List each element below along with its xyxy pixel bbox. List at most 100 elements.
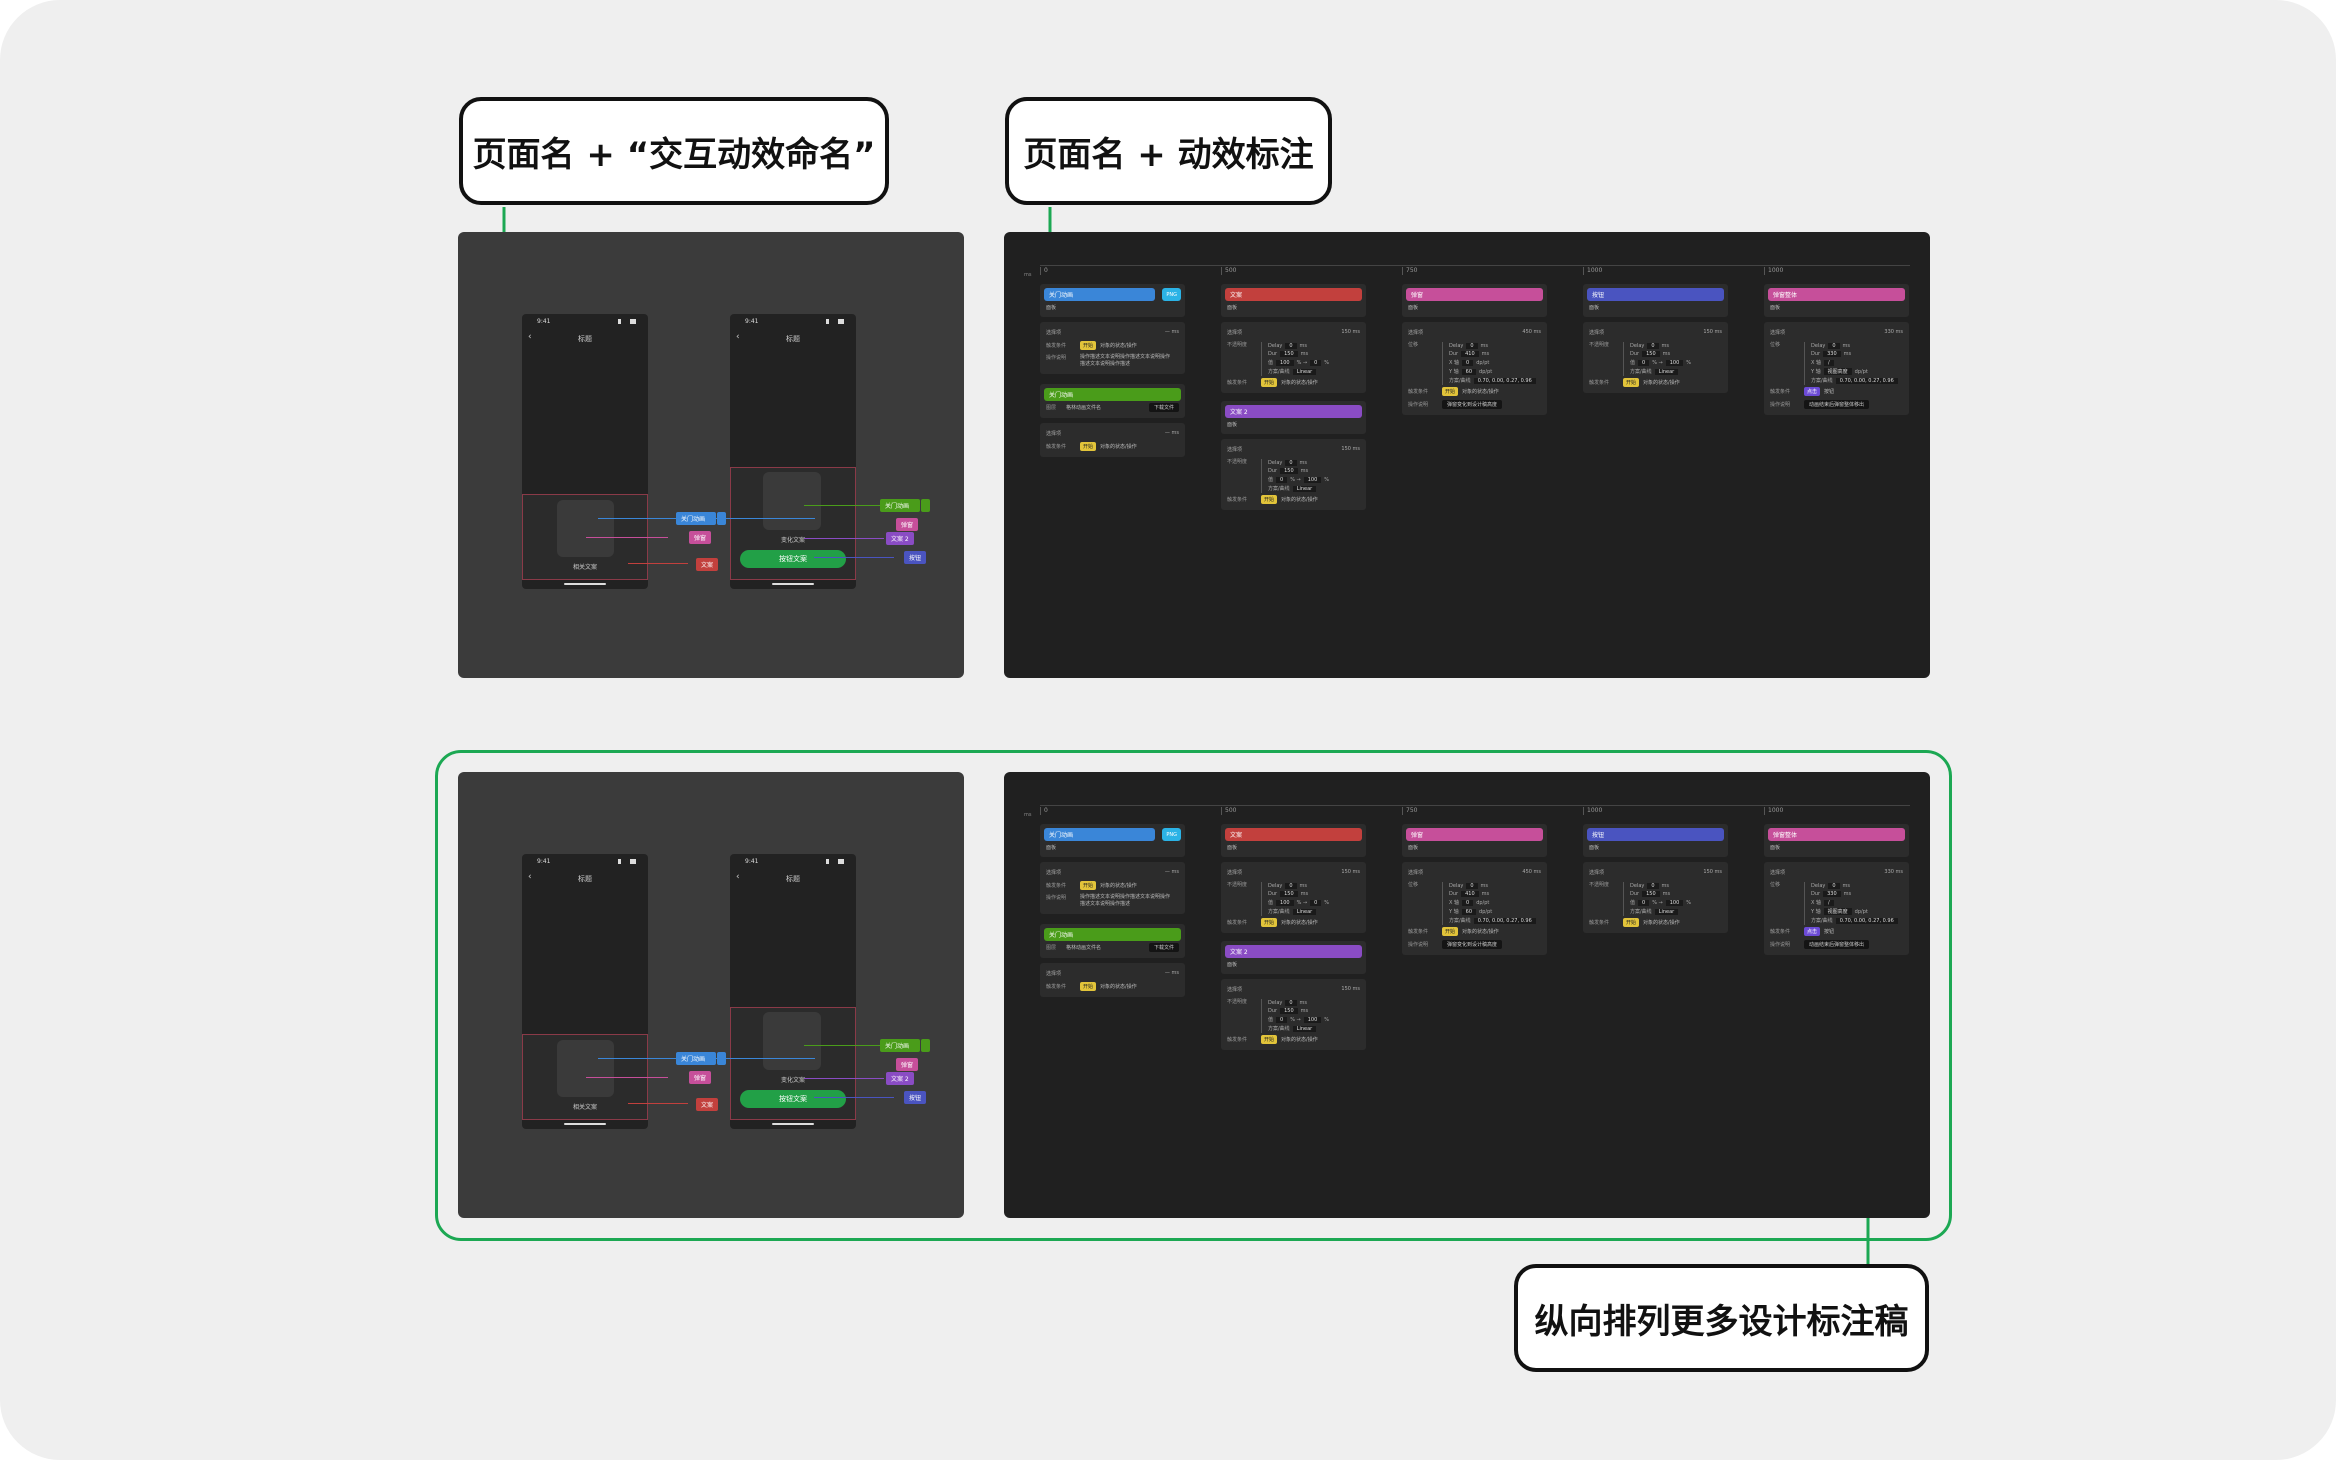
param-line: 值 100% → 0% bbox=[1268, 898, 1362, 907]
trigger-row: 触发条件 点击 按钮 bbox=[1768, 385, 1905, 398]
param-unit: ms bbox=[1843, 891, 1852, 897]
phone-before: 9:41 ‹ 标题 相关文案 bbox=[522, 854, 648, 1129]
param-line: 方案/曲线 0.70, 0.00, 0.27, 0.96 bbox=[1811, 916, 1905, 925]
param-key: Y 轴 bbox=[1449, 369, 1459, 375]
trigger-label: 触发条件 bbox=[1227, 1037, 1248, 1043]
param-unit: % bbox=[1324, 1017, 1330, 1023]
desc-value: 弹窗变化到设计稿高度 bbox=[1442, 400, 1503, 409]
row-value: 330 ms bbox=[1884, 869, 1903, 875]
trigger-value: 按钮 bbox=[1824, 929, 1835, 935]
param-key: Dur bbox=[1811, 891, 1821, 897]
param-key: 方案/曲线 bbox=[1811, 918, 1833, 924]
trigger-label: 触发条件 bbox=[1770, 389, 1791, 395]
card-header: 弹窗整体 bbox=[1768, 288, 1905, 301]
trigger-label: 触发条件 bbox=[1046, 984, 1067, 990]
row-label: 选择项 bbox=[1408, 870, 1424, 876]
download-button[interactable]: 下载文件 bbox=[1148, 403, 1179, 412]
param-line: 方案/曲线 Linear bbox=[1268, 1024, 1362, 1033]
param-line: Delay 0 ms bbox=[1811, 342, 1905, 350]
param-key: 方案/曲线 bbox=[1449, 918, 1471, 924]
param-key: Dur bbox=[1449, 351, 1459, 357]
param-key: X 轴 bbox=[1811, 900, 1822, 906]
param-line: Dur 330 ms bbox=[1811, 890, 1905, 898]
trigger-chip: 开始 bbox=[1623, 918, 1640, 927]
param-label: 不透明度 bbox=[1227, 882, 1248, 888]
tag-copy: 文案 bbox=[696, 558, 719, 571]
tag-copy: 文案 bbox=[696, 1098, 719, 1111]
param-label: 位移 bbox=[1408, 882, 1419, 888]
leader-line bbox=[804, 1045, 888, 1046]
param-value: 0 bbox=[1276, 477, 1288, 483]
param-unit: dp/pt bbox=[1476, 900, 1490, 906]
param-key: X 轴 bbox=[1449, 360, 1460, 366]
motion-card: 关门动画 图层 格林动画文件名 下载文件 bbox=[1040, 924, 1185, 958]
param-key: 方案/曲线 bbox=[1811, 378, 1833, 384]
tag-close-animation: 关门动画 bbox=[676, 512, 716, 525]
card-header: 按钮 bbox=[1587, 288, 1724, 301]
param-unit: ms bbox=[1299, 460, 1308, 466]
param-line: 方案/曲线 0.70, 0.00, 0.27, 0.96 bbox=[1449, 916, 1543, 925]
desc-row: 操作说明 弹窗变化到设计稿高度 bbox=[1406, 938, 1543, 951]
phone-title: 标题 bbox=[578, 875, 592, 883]
motion-card: 选择项 150 ms 不透明度 Delay 0 ms Dur 150 ms 值 0% → 10… bbox=[1583, 322, 1728, 393]
track-popup: 弹窗 面板 选择项 450 ms 位移 Delay 0 ms Dur 410 ms X 轴… bbox=[1402, 824, 1547, 960]
layer-value: 格林动画文件名 bbox=[1066, 405, 1102, 411]
param-key: Delay bbox=[1449, 343, 1464, 349]
cta-button[interactable]: 按钮文案 bbox=[740, 550, 846, 568]
param-list: Delay 0 ms Dur 150 ms 值 0% → 100% 方案/曲线 Linear bbox=[1261, 459, 1362, 493]
param-key: Delay bbox=[1811, 883, 1826, 889]
signal-icon bbox=[826, 859, 844, 864]
leader-line bbox=[586, 1077, 668, 1078]
trigger-label: 触发条件 bbox=[1046, 883, 1067, 889]
param-value: 0 bbox=[1647, 883, 1659, 889]
trigger-label: 触发条件 bbox=[1227, 380, 1248, 386]
param-unit: % → bbox=[1296, 360, 1308, 366]
param-key: 方案/曲线 bbox=[1268, 909, 1290, 915]
signal-icon bbox=[826, 319, 844, 324]
param-unit: dp/pt bbox=[1479, 909, 1493, 915]
param-line: Dur 410 ms bbox=[1449, 350, 1543, 358]
card-subtitle: 面板 bbox=[1227, 962, 1238, 968]
param-unit: ms bbox=[1662, 891, 1671, 897]
param-label: 不透明度 bbox=[1227, 459, 1248, 465]
trigger-value: 按钮 bbox=[1824, 389, 1835, 395]
row-label: 选择项 bbox=[1227, 987, 1243, 993]
param-unit: dp/pt bbox=[1854, 909, 1868, 915]
layer-label: 图层 bbox=[1046, 405, 1057, 411]
param-list: Delay 0 ms Dur 150 ms 值 100% → 0% 方案/曲线 Linear bbox=[1261, 882, 1362, 916]
phone-title: 标题 bbox=[786, 335, 800, 343]
motion-card: 文案 面板 bbox=[1221, 824, 1366, 857]
leader-line bbox=[804, 505, 888, 506]
param-value: 60 bbox=[1461, 369, 1477, 375]
param-value: 330 bbox=[1823, 891, 1841, 897]
param-key: 值 bbox=[1630, 360, 1636, 366]
track-copy: 文案 面板 选择项 150 ms 不透明度 Delay 0 ms Dur 150 ms 值… bbox=[1221, 824, 1366, 1055]
tick-label: 1000 bbox=[1583, 267, 1602, 275]
tick-label: 500 bbox=[1221, 807, 1236, 815]
param-line: Dur 150 ms bbox=[1268, 350, 1362, 358]
param-line: Dur 150 ms bbox=[1268, 1007, 1362, 1015]
trigger-value: 对象的状态/操作 bbox=[1281, 920, 1318, 926]
desc-row: 操作说明 弹窗变化到设计稿高度 bbox=[1406, 398, 1543, 411]
row-label: 选择项 bbox=[1227, 330, 1243, 336]
home-indicator bbox=[564, 583, 606, 585]
tag-popup: 弹窗 bbox=[689, 531, 712, 544]
param-list: Delay 0 ms Dur 150 ms 值 0% → 100% 方案/曲线 Linear bbox=[1261, 999, 1362, 1033]
param-line: Y 轴视图高度 dp/pt bbox=[1811, 907, 1905, 916]
trigger-value: 对象的状态/操作 bbox=[1281, 497, 1318, 503]
param-value: 0.70, 0.00, 0.27, 0.96 bbox=[1835, 918, 1898, 924]
thumbnail bbox=[763, 1012, 821, 1070]
cta-button[interactable]: 按钮文案 bbox=[740, 1090, 846, 1108]
param-line: 值 0% → 100% bbox=[1268, 475, 1362, 484]
param-value: 0.70, 0.00, 0.27, 0.96 bbox=[1473, 918, 1536, 924]
param-key: 值 bbox=[1268, 360, 1274, 366]
download-button[interactable]: 下载文件 bbox=[1148, 943, 1179, 952]
param-line: 值 0% → 100% bbox=[1268, 1015, 1362, 1024]
param-line: 方案/曲线 Linear bbox=[1630, 367, 1724, 376]
phone-title: 标题 bbox=[578, 335, 592, 343]
desc-row: 操作说明 动画结束后弹窗整体移出 bbox=[1768, 398, 1905, 411]
param-value: 150 bbox=[1642, 351, 1660, 357]
param-value: 410 bbox=[1461, 351, 1479, 357]
param-value: 410 bbox=[1461, 891, 1479, 897]
trigger-row: 触发条件 开始 对象的状态/操作 bbox=[1044, 879, 1181, 892]
